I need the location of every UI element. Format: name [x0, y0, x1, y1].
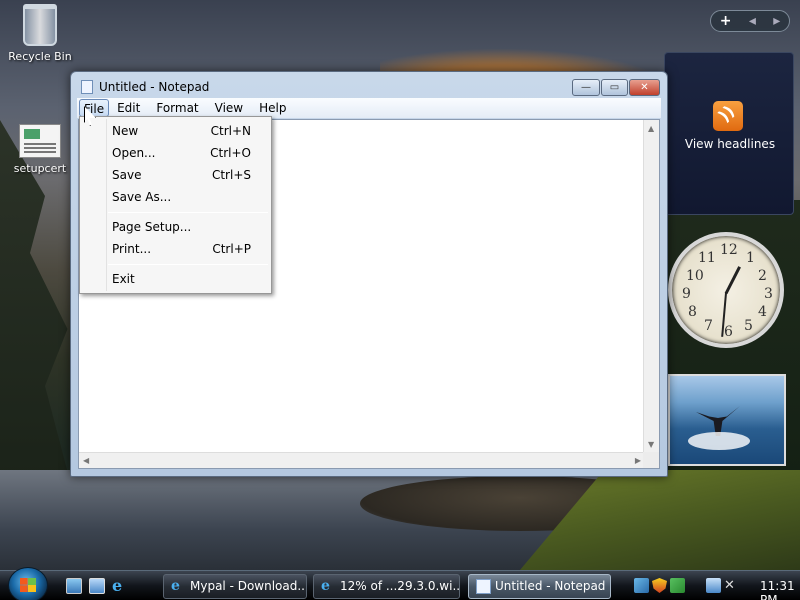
menu-view[interactable]: View — [207, 99, 251, 117]
clock-number: 9 — [682, 286, 691, 302]
wallpaper-trees-left — [0, 120, 75, 500]
vertical-scrollbar[interactable]: ▲ ▼ — [643, 120, 659, 453]
menu-item-label: Page Setup... — [112, 220, 192, 234]
slideshow-gadget[interactable] — [668, 374, 786, 466]
horizontal-scrollbar[interactable]: ◀ ▶ — [79, 452, 645, 468]
ie-icon: e — [321, 578, 330, 594]
clock-number: 11 — [698, 250, 716, 266]
desktop-icon-label: Recycle Bin — [8, 50, 72, 63]
file-menu-dropdown: New Ctrl+N Open... Ctrl+O Save Ctrl+S Sa… — [79, 116, 272, 294]
taskbar: e e Mypal - Download... e 12% of ...29.3… — [0, 567, 800, 600]
clock-number: 3 — [764, 286, 773, 302]
security-shield-icon[interactable] — [652, 578, 667, 593]
clock-number: 4 — [758, 304, 767, 320]
gadget-next-button[interactable]: ▸ — [773, 13, 780, 29]
menu-separator — [108, 264, 268, 265]
gadget-toolbar: + ◂ ▸ — [710, 10, 790, 32]
menu-file[interactable]: File — [79, 99, 110, 117]
menu-item-label: Print... — [112, 242, 152, 256]
menu-item-label: New — [112, 124, 139, 138]
menu-format[interactable]: Format — [148, 99, 206, 117]
volume-muted-icon[interactable]: ✕ — [724, 578, 739, 593]
menu-item-open[interactable]: Open... Ctrl+O — [112, 143, 262, 163]
internet-explorer-icon[interactable]: e — [112, 578, 128, 594]
feed-headlines-gadget[interactable]: View headlines — [664, 52, 794, 215]
clock-number: 1 — [746, 250, 755, 266]
clock-number: 2 — [758, 268, 767, 284]
update-icon[interactable] — [670, 578, 685, 593]
resize-grip[interactable] — [643, 452, 659, 468]
menu-item-save[interactable]: Save Ctrl+S — [112, 165, 262, 185]
document-icon — [19, 124, 61, 158]
taskbar-button-mypal[interactable]: e Mypal - Download... — [163, 574, 307, 599]
clock-number: 10 — [686, 268, 704, 284]
show-desktop-icon[interactable] — [66, 578, 82, 594]
minimize-button[interactable]: — — [572, 79, 600, 96]
taskbar-button-label: Untitled - Notepad — [495, 579, 606, 593]
ie-icon: e — [171, 578, 180, 594]
scroll-right-arrow-icon[interactable]: ▶ — [635, 456, 641, 465]
recycle-bin-icon — [23, 4, 57, 46]
menu-item-shortcut: Ctrl+O — [210, 146, 251, 160]
clock-face: 12 1 2 3 4 5 6 7 8 9 10 11 — [668, 232, 784, 348]
clock-number: 5 — [744, 318, 753, 334]
close-button[interactable]: ✕ — [629, 79, 660, 96]
start-button[interactable] — [8, 567, 48, 600]
gadget-prev-button[interactable]: ◂ — [749, 13, 756, 29]
add-gadget-button[interactable]: + — [720, 13, 732, 29]
menu-item-label: Save As... — [112, 190, 172, 204]
scroll-left-arrow-icon[interactable]: ◀ — [83, 456, 89, 465]
maximize-button[interactable]: ▭ — [601, 79, 628, 96]
scroll-up-arrow-icon[interactable]: ▲ — [648, 124, 654, 133]
taskbar-button-label: 12% of ...29.3.0.wi... — [340, 579, 460, 593]
clock-gadget[interactable]: 12 1 2 3 4 5 6 7 8 9 10 11 — [668, 232, 784, 352]
view-headlines-link[interactable]: View headlines — [665, 137, 795, 151]
notepad-icon — [81, 80, 93, 94]
clock-hour-hand — [724, 266, 741, 295]
menu-separator — [108, 212, 268, 213]
menu-item-exit[interactable]: Exit — [112, 269, 262, 289]
clock-number: 6 — [724, 324, 733, 340]
clock-number: 8 — [688, 304, 697, 320]
system-tray: ✕ 11:31 PM — [624, 574, 800, 600]
menu-item-label: Open... — [112, 146, 156, 160]
scroll-down-arrow-icon[interactable]: ▼ — [648, 440, 654, 449]
desktop-icon-recycle-bin[interactable]: Recycle Bin — [2, 4, 78, 63]
switch-windows-icon[interactable] — [89, 578, 105, 594]
menu-item-print[interactable]: Print... Ctrl+P — [112, 239, 262, 259]
menu-edit[interactable]: Edit — [109, 99, 148, 117]
taskbar-button-notepad[interactable]: Untitled - Notepad — [468, 574, 611, 599]
menu-item-label: Exit — [112, 272, 135, 286]
desktop-icon-label: setupcert — [13, 162, 67, 175]
menu-item-shortcut: Ctrl+P — [212, 242, 251, 256]
network-status-icon[interactable] — [634, 578, 649, 593]
taskbar-button-download[interactable]: e 12% of ...29.3.0.wi... — [313, 574, 460, 599]
clock-number: 7 — [704, 318, 713, 334]
menu-item-shortcut: Ctrl+N — [210, 124, 251, 138]
title-bar[interactable]: Untitled - Notepad — ▭ ✕ — [71, 72, 667, 100]
menu-item-new[interactable]: New Ctrl+N — [112, 121, 262, 141]
menu-item-save-as[interactable]: Save As... — [112, 187, 262, 207]
notepad-icon — [476, 579, 491, 594]
menu-item-shortcut: Ctrl+S — [211, 168, 251, 182]
menu-bar: File Edit Format View Help — [77, 98, 661, 118]
water-splash-image — [688, 432, 750, 450]
taskbar-clock[interactable]: 11:31 PM — [760, 579, 800, 600]
taskbar-button-label: Mypal - Download... — [190, 579, 307, 593]
menu-help[interactable]: Help — [251, 99, 294, 117]
window-title: Untitled - Notepad — [99, 80, 210, 94]
menu-item-label: Save — [112, 168, 142, 182]
clock-number: 12 — [720, 242, 738, 258]
network-icon[interactable] — [706, 578, 721, 593]
menu-item-page-setup[interactable]: Page Setup... — [112, 217, 262, 237]
rss-icon — [713, 101, 743, 131]
desktop-icon-setupcert[interactable]: setupcert — [2, 124, 78, 175]
